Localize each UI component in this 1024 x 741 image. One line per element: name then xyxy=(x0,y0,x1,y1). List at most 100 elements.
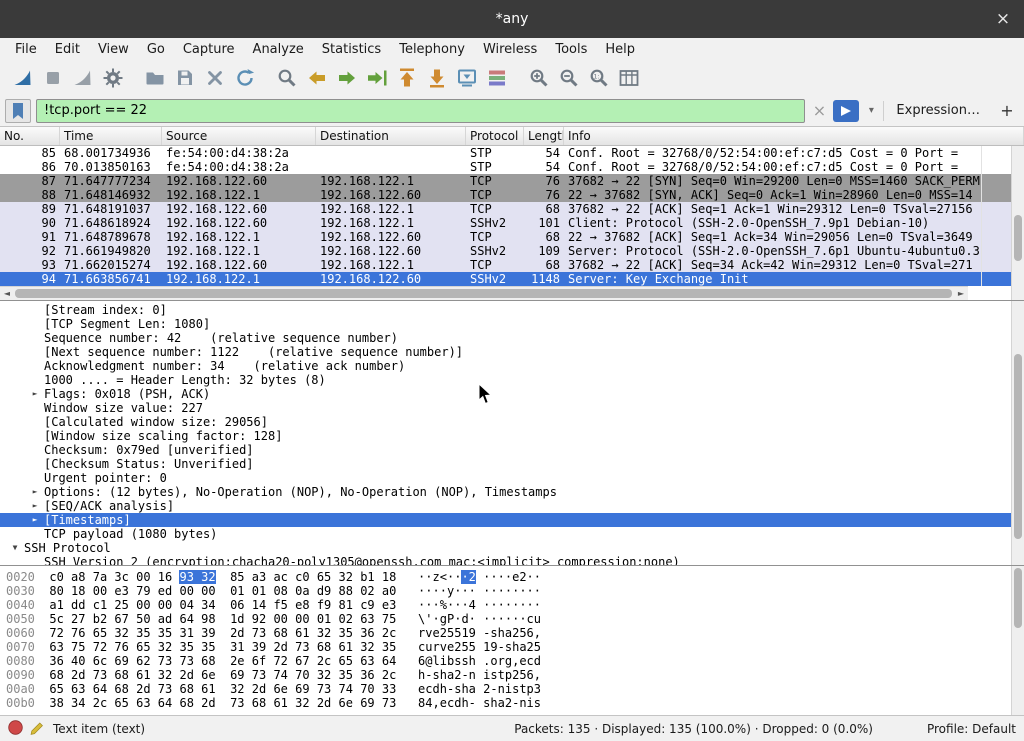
zoom-out-button[interactable] xyxy=(554,64,584,92)
filter-bookmark-icon[interactable] xyxy=(5,99,31,123)
detail-line[interactable]: ►Options: (12 bytes), No-Operation (NOP)… xyxy=(0,485,1024,499)
expand-icon[interactable]: ► xyxy=(28,513,42,527)
hex-row[interactable]: 0050 5c 27 b2 67 50 ad 64 98 1d 92 00 00… xyxy=(6,612,1024,626)
reload-file-button[interactable] xyxy=(230,64,260,92)
go-to-packet-button[interactable] xyxy=(362,64,392,92)
details-vscroll-thumb[interactable] xyxy=(1014,354,1022,539)
packet-row-93[interactable]: 9371.662015274192.168.122.60192.168.122.… xyxy=(0,258,1024,272)
packet-row-91[interactable]: 9171.648789678192.168.122.1192.168.122.6… xyxy=(0,230,1024,244)
menu-file[interactable]: File xyxy=(6,40,46,59)
column-header-source[interactable]: Source xyxy=(162,127,316,145)
detail-line[interactable]: 1000 .... = Header Length: 32 bytes (8) xyxy=(0,373,1024,387)
restart-capture-button[interactable] xyxy=(68,64,98,92)
packet-list-hscrollbar[interactable]: ◄ ► xyxy=(0,286,968,300)
start-capture-button[interactable] xyxy=(8,64,38,92)
column-header-protocol[interactable]: Protocol xyxy=(466,127,524,145)
menu-analyze[interactable]: Analyze xyxy=(244,40,313,59)
go-forward-button[interactable] xyxy=(332,64,362,92)
packet-row-86[interactable]: 8670.013850163fe:54:00:d4:38:2aSTP54Conf… xyxy=(0,160,1024,174)
menu-edit[interactable]: Edit xyxy=(46,40,89,59)
expression-button[interactable]: Expression… xyxy=(883,101,990,121)
resize-columns-button[interactable] xyxy=(614,64,644,92)
close-file-button[interactable] xyxy=(200,64,230,92)
menu-go[interactable]: Go xyxy=(138,40,174,59)
detail-line[interactable]: [Next sequence number: 1122 (relative se… xyxy=(0,345,1024,359)
capture-options-button[interactable] xyxy=(98,64,128,92)
zoom-original-button[interactable]: 1:1 xyxy=(584,64,614,92)
menu-capture[interactable]: Capture xyxy=(174,40,244,59)
detail-line[interactable]: ►[Timestamps] xyxy=(0,513,1024,527)
hex-row[interactable]: 0080 36 40 6c 69 62 73 73 68 2e 6f 72 67… xyxy=(6,654,1024,668)
hscroll-thumb[interactable] xyxy=(15,289,952,298)
column-header-destination[interactable]: Destination xyxy=(316,127,466,145)
menu-help[interactable]: Help xyxy=(596,40,644,59)
menu-tools[interactable]: Tools xyxy=(546,40,596,59)
menu-wireless[interactable]: Wireless xyxy=(474,40,546,59)
expand-icon[interactable]: ► xyxy=(28,485,42,499)
detail-line[interactable]: ►[SEQ/ACK analysis] xyxy=(0,499,1024,513)
detail-line[interactable]: Urgent pointer: 0 xyxy=(0,471,1024,485)
hex-row[interactable]: 00b0 38 34 2c 65 63 64 68 2d 73 68 61 32… xyxy=(6,696,1024,710)
menu-view[interactable]: View xyxy=(89,40,138,59)
window-close-icon[interactable]: × xyxy=(992,8,1014,30)
open-file-button[interactable] xyxy=(140,64,170,92)
column-header-time[interactable]: Time xyxy=(60,127,162,145)
zoom-in-button[interactable] xyxy=(524,64,554,92)
hscroll-left-arrow-icon[interactable]: ◄ xyxy=(0,287,14,300)
hex-row[interactable]: 0030 80 18 00 e3 79 ed 00 00 01 01 08 0a… xyxy=(6,584,1024,598)
filter-dropdown-icon[interactable]: ▾ xyxy=(864,105,878,116)
add-filter-button[interactable]: + xyxy=(995,101,1019,120)
hex-row[interactable]: 0060 72 76 65 32 35 35 31 39 2d 73 68 61… xyxy=(6,626,1024,640)
detail-line[interactable]: [Checksum Status: Unverified] xyxy=(0,457,1024,471)
stop-capture-button[interactable] xyxy=(38,64,68,92)
hex-row[interactable]: 0040 a1 dd c1 25 00 00 04 34 06 14 f5 e8… xyxy=(6,598,1024,612)
display-filter-input[interactable]: !tcp.port == 22 xyxy=(36,99,805,123)
expand-icon[interactable]: ► xyxy=(28,499,42,513)
profile-label[interactable]: Profile: Default xyxy=(927,722,1016,736)
auto-scroll-button[interactable] xyxy=(452,64,482,92)
detail-line[interactable]: Acknowledgment number: 34 (relative ack … xyxy=(0,359,1024,373)
expert-info-icon[interactable] xyxy=(8,720,23,738)
packet-row-87[interactable]: 8771.647777234192.168.122.60192.168.122.… xyxy=(0,174,1024,188)
capture-comment-icon[interactable] xyxy=(30,719,46,738)
column-header-info[interactable]: Info xyxy=(564,127,1024,145)
save-file-button[interactable] xyxy=(170,64,200,92)
packet-list-vscrollbar[interactable] xyxy=(1011,146,1024,300)
details-vscrollbar[interactable] xyxy=(1011,301,1024,565)
detail-line[interactable]: ►Flags: 0x018 (PSH, ACK) xyxy=(0,387,1024,401)
detail-line[interactable]: [TCP Segment Len: 1080] xyxy=(0,317,1024,331)
detail-line[interactable]: ▼SSH Protocol xyxy=(0,541,1024,555)
packet-row-94[interactable]: 9471.663856741192.168.122.1192.168.122.6… xyxy=(0,272,1024,286)
colorize-button[interactable] xyxy=(482,64,512,92)
detail-line[interactable]: Sequence number: 42 (relative sequence n… xyxy=(0,331,1024,345)
packet-row-85[interactable]: 8568.001734936fe:54:00:d4:38:2aSTP54Conf… xyxy=(0,146,1024,160)
menu-statistics[interactable]: Statistics xyxy=(313,40,390,59)
bytes-vscrollbar[interactable] xyxy=(1011,566,1024,715)
detail-line[interactable]: SSH Version 2 (encryption:chacha20-poly1… xyxy=(0,555,1024,565)
menu-telephony[interactable]: Telephony xyxy=(390,40,474,59)
detail-line[interactable]: Checksum: 0x79ed [unverified] xyxy=(0,443,1024,457)
detail-line[interactable]: TCP payload (1080 bytes) xyxy=(0,527,1024,541)
go-back-button[interactable] xyxy=(302,64,332,92)
go-to-bottom-button[interactable] xyxy=(422,64,452,92)
bytes-vscroll-thumb[interactable] xyxy=(1014,568,1022,628)
expand-icon[interactable]: ► xyxy=(28,387,42,401)
detail-line[interactable]: [Stream index: 0] xyxy=(0,303,1024,317)
clear-filter-icon[interactable]: × xyxy=(810,101,828,120)
column-header-no[interactable]: No. xyxy=(0,127,60,145)
collapse-icon[interactable]: ▼ xyxy=(8,541,22,555)
detail-line[interactable]: Window size value: 227 xyxy=(0,401,1024,415)
find-packet-button[interactable] xyxy=(272,64,302,92)
go-to-top-button[interactable] xyxy=(392,64,422,92)
hex-row[interactable]: 00a0 65 63 64 68 2d 73 68 61 32 2d 6e 69… xyxy=(6,682,1024,696)
packet-row-89[interactable]: 8971.648191037192.168.122.60192.168.122.… xyxy=(0,202,1024,216)
hex-row[interactable]: 0020 c0 a8 7a 3c 00 16 93 32 85 a3 ac c0… xyxy=(6,570,1024,584)
packet-row-92[interactable]: 9271.661949820192.168.122.1192.168.122.6… xyxy=(0,244,1024,258)
detail-line[interactable]: [Calculated window size: 29056] xyxy=(0,415,1024,429)
hscroll-right-arrow-icon[interactable]: ► xyxy=(954,287,968,300)
vscroll-thumb[interactable] xyxy=(1014,215,1022,261)
apply-filter-icon[interactable] xyxy=(833,100,859,122)
hex-row[interactable]: 0090 68 2d 73 68 61 32 2d 6e 69 73 74 70… xyxy=(6,668,1024,682)
detail-line[interactable]: [Window size scaling factor: 128] xyxy=(0,429,1024,443)
packet-row-90[interactable]: 9071.648618924192.168.122.60192.168.122.… xyxy=(0,216,1024,230)
